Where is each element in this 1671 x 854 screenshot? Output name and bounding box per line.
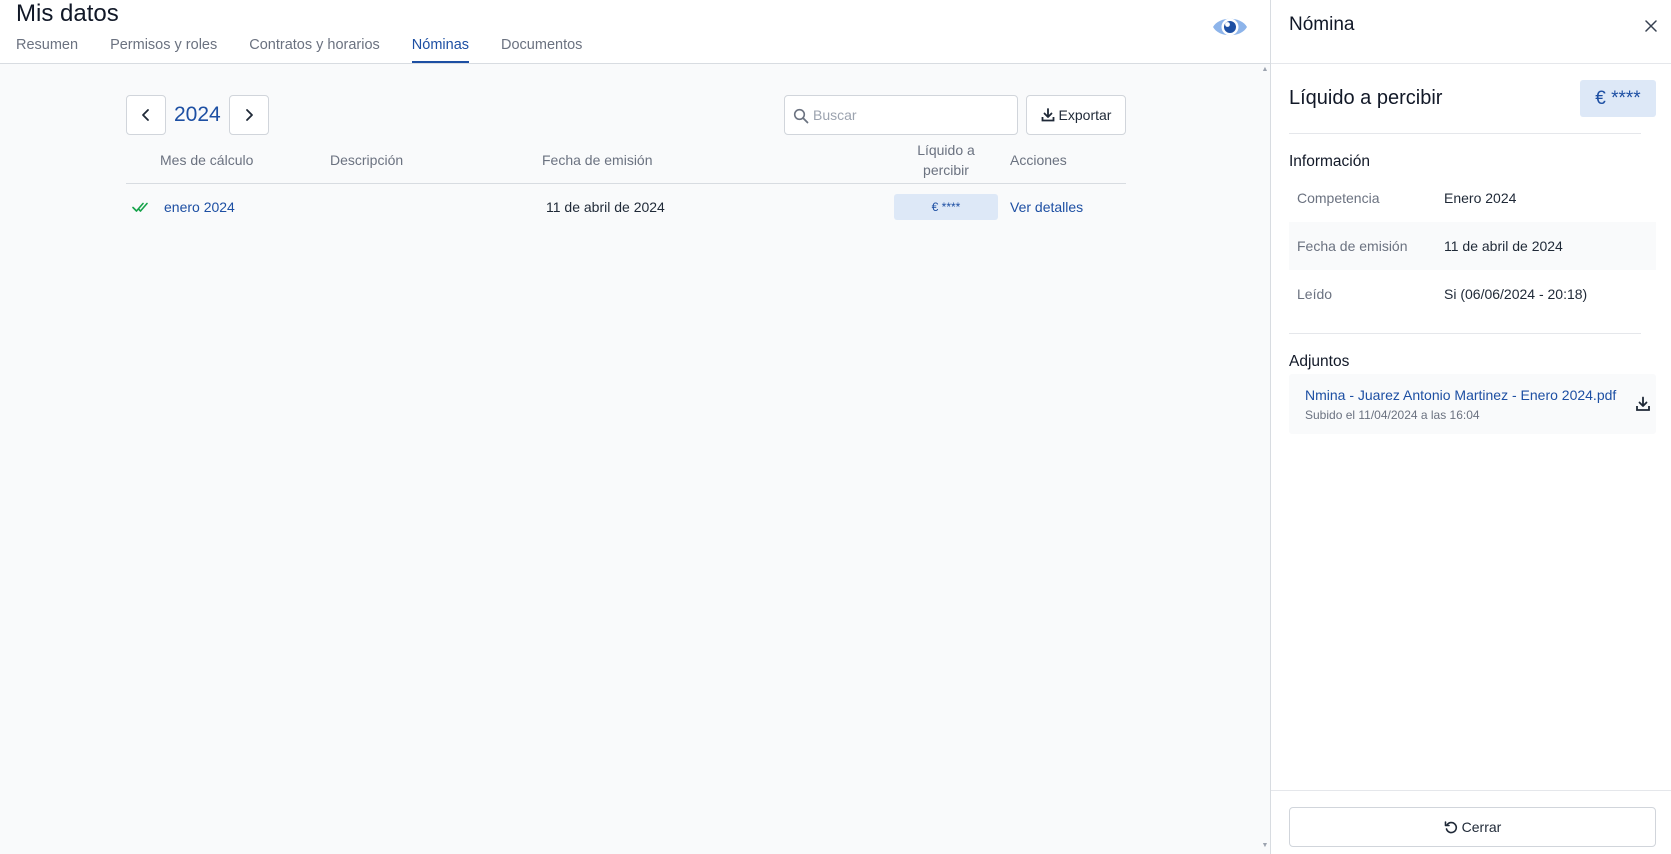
column-net-pay[interactable]: Líquido a percibir: [894, 136, 998, 184]
check-double-icon: [132, 202, 148, 212]
download-icon[interactable]: [1635, 396, 1651, 412]
search-icon: [793, 108, 809, 124]
net-pay-value-badge: € ****: [1580, 80, 1656, 117]
close-panel-label: Cerrar: [1461, 819, 1502, 835]
main-content: Mis datos Resumen Permisos y roles Contr…: [0, 0, 1270, 854]
eye-icon: [1213, 18, 1247, 36]
search-input[interactable]: [813, 97, 1013, 133]
tab-permisos-y-roles[interactable]: Permisos y roles: [110, 36, 217, 63]
info-value: Enero 2024: [1444, 190, 1517, 206]
column-description[interactable]: Descripción: [330, 136, 403, 184]
panel-title: Nómina: [1289, 14, 1355, 35]
view-details-link[interactable]: Ver detalles: [1010, 184, 1083, 230]
tab-documentos[interactable]: Documentos: [501, 36, 582, 63]
info-key: Fecha de emisión: [1297, 238, 1408, 254]
info-row-read: Leído Si (06/06/2024 - 20:18): [1289, 270, 1656, 318]
info-key: Leído: [1297, 286, 1333, 302]
column-month[interactable]: Mes de cálculo: [160, 136, 253, 184]
selected-year: 2024: [174, 103, 221, 126]
info-value: 11 de abril de 2024: [1444, 238, 1563, 254]
search-box: [784, 95, 1018, 135]
download-icon: [1041, 108, 1054, 122]
column-net-pay-line2: percibir: [923, 162, 969, 178]
table-header: Mes de cálculo Descripción Fecha de emis…: [126, 136, 1126, 184]
net-pay-label: Líquido a percibir: [1289, 87, 1443, 109]
row-issue-date: 11 de abril de 2024: [546, 199, 665, 215]
info-row-competencia: Competencia Enero 2024: [1289, 174, 1656, 222]
info-key: Competencia: [1297, 190, 1380, 206]
column-actions: Acciones: [1010, 152, 1067, 168]
row-month-link[interactable]: enero 2024: [164, 184, 235, 230]
attachments-heading: Adjuntos: [1289, 353, 1350, 370]
tab-bar: Resumen Permisos y roles Contratos y hor…: [16, 36, 614, 63]
export-label: Exportar: [1058, 107, 1112, 123]
chevron-left-icon: [142, 109, 149, 121]
divider: [1289, 333, 1641, 334]
page-header: Mis datos Resumen Permisos y roles Contr…: [0, 0, 1270, 64]
tab-nominas[interactable]: Nóminas: [411, 36, 470, 63]
page-title: Mis datos: [16, 0, 119, 27]
table-row: enero 2024 11 de abril de 2024 € **** Ve…: [126, 184, 1126, 230]
information-heading: Información: [1289, 153, 1370, 170]
close-icon[interactable]: [1643, 18, 1659, 34]
attachment-file-link[interactable]: Nmina - Juarez Antonio Martinez - Enero …: [1305, 387, 1620, 403]
previous-year-button[interactable]: [126, 95, 166, 135]
scroll-up-arrow-icon[interactable]: ▲: [1261, 66, 1269, 74]
divider: [1271, 63, 1671, 64]
undo-icon: [1444, 821, 1457, 834]
column-net-pay-line1: Líquido a: [917, 142, 975, 158]
attachment-upload-info: Subido el 11/04/2024 a las 16:04: [1305, 408, 1480, 422]
toggle-visibility-button[interactable]: [1212, 12, 1248, 42]
payroll-table: Mes de cálculo Descripción Fecha de emis…: [126, 136, 1126, 230]
info-row-issue-date: Fecha de emisión 11 de abril de 2024: [1289, 222, 1656, 270]
payroll-detail-panel: Nómina Líquido a percibir € **** Informa…: [1270, 0, 1671, 854]
info-value: Si (06/06/2024 - 20:18): [1444, 286, 1588, 302]
column-issue-date[interactable]: Fecha de emisión: [542, 136, 653, 184]
chevron-right-icon: [245, 109, 253, 121]
row-net-pay-badge: € ****: [894, 194, 998, 220]
export-button[interactable]: Exportar: [1026, 95, 1126, 135]
scroll-down-arrow-icon[interactable]: ▼: [1261, 842, 1269, 850]
tab-resumen[interactable]: Resumen: [16, 36, 78, 63]
divider: [1289, 133, 1641, 134]
year-navigator: 2024: [126, 95, 269, 135]
close-panel-button[interactable]: Cerrar: [1289, 807, 1656, 847]
tab-contratos-y-horarios[interactable]: Contratos y horarios: [249, 36, 380, 63]
divider: [1271, 790, 1671, 791]
attachment-item: Nmina - Juarez Antonio Martinez - Enero …: [1289, 374, 1656, 434]
next-year-button[interactable]: [228, 95, 269, 135]
